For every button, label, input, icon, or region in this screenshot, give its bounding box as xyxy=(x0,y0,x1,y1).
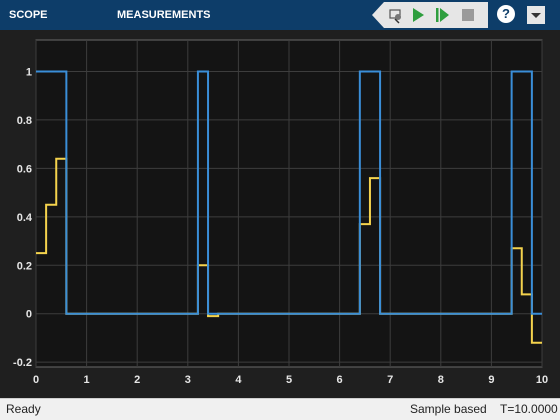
scope-display: 0 1 2 3 4 5 6 7 8 9 10 -0.2 0 0.2 0.4 0.6 0.8 1 xyxy=(0,30,560,398)
x-tick-label: 2 xyxy=(134,374,140,386)
y-tick-label: 1 xyxy=(26,66,32,78)
y-tick-label: 0.8 xyxy=(17,115,32,127)
tab-scope[interactable]: SCOPE xyxy=(9,0,48,30)
stop-icon[interactable] xyxy=(458,5,478,25)
x-tick-label: 4 xyxy=(235,374,242,386)
x-tick-label: 10 xyxy=(536,374,548,386)
scope-axes[interactable]: 0 1 2 3 4 5 6 7 8 9 10-0.200.20.40.60.81 xyxy=(0,30,560,398)
y-tick-label: 0.4 xyxy=(17,212,33,224)
x-tick-label: 6 xyxy=(337,374,343,386)
highlight-simulink-block-icon[interactable] xyxy=(386,5,406,25)
y-tick-label: 0.2 xyxy=(17,260,32,272)
tab-measurements[interactable]: MEASUREMENTS xyxy=(117,0,211,30)
x-tick-label: 8 xyxy=(438,374,444,386)
y-tick-label: 0.6 xyxy=(17,163,32,175)
x-tick-label: 0 xyxy=(33,374,39,386)
step-forward-icon[interactable] xyxy=(432,5,452,25)
x-tick-label: 9 xyxy=(488,374,494,386)
simulation-time: T=10.0000 xyxy=(500,402,558,416)
sampling-mode: Sample based xyxy=(410,402,487,416)
x-tick-label: 7 xyxy=(387,374,393,386)
y-tick-label: 0 xyxy=(26,309,32,321)
scope-toolstrip: SCOPE MEASUREMENTS ? xyxy=(0,0,560,30)
x-tick-label: 5 xyxy=(286,374,292,386)
y-tick-label: -0.2 xyxy=(13,357,32,369)
run-icon[interactable] xyxy=(408,5,428,25)
help-icon[interactable]: ? xyxy=(497,5,515,23)
status-text: Ready xyxy=(6,402,41,416)
x-tick-label: 1 xyxy=(84,374,90,386)
simulation-controls xyxy=(372,2,488,28)
menu-icon[interactable] xyxy=(525,4,547,26)
status-bar: Ready Sample based T=10.0000 xyxy=(0,398,560,420)
x-tick-label: 3 xyxy=(185,374,191,386)
